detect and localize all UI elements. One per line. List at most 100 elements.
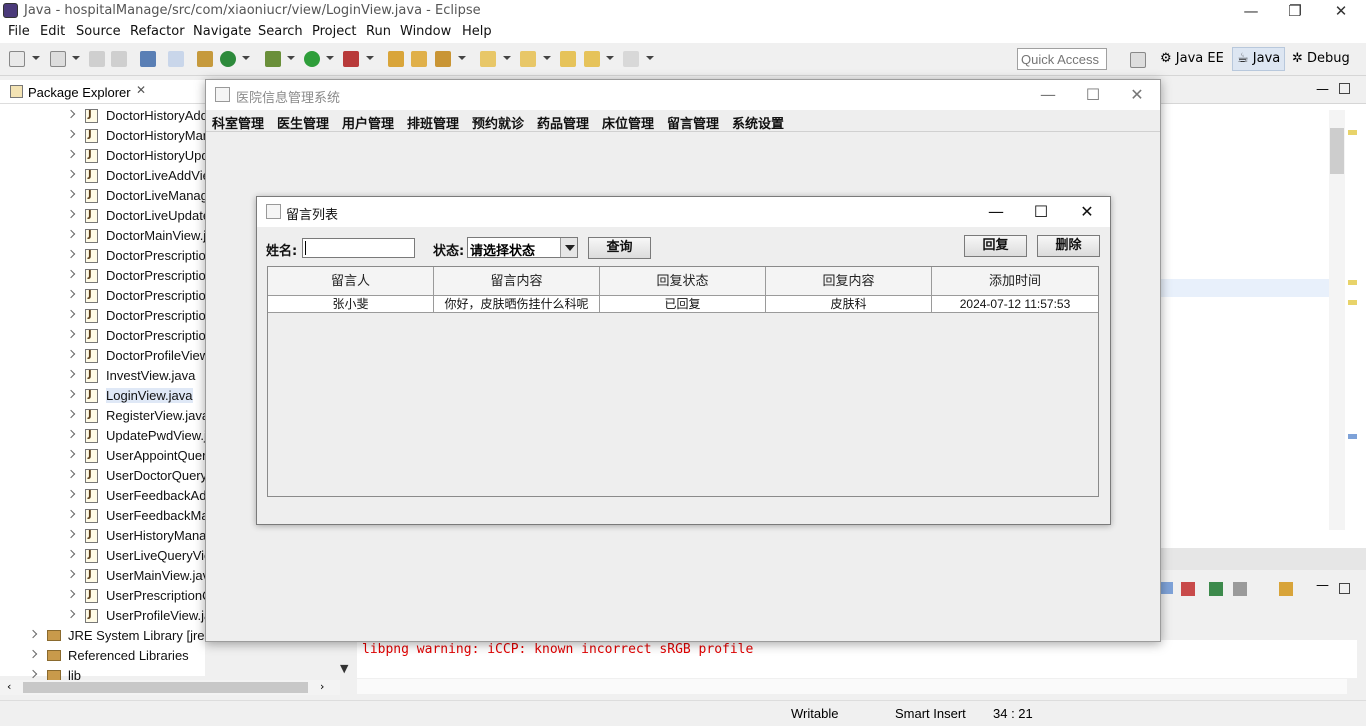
chevron-down-icon[interactable] [326, 56, 334, 60]
tree-item-file[interactable]: LoginView.java [0, 386, 205, 406]
maximize-view-icon[interactable] [1339, 583, 1350, 594]
column-header-created-time[interactable]: 添加时间 [932, 267, 1098, 296]
chevron-right-icon[interactable] [66, 349, 76, 359]
chevron-right-icon[interactable] [66, 189, 76, 199]
menu-bed[interactable]: 床位管理 [602, 113, 654, 132]
chevron-right-icon[interactable] [28, 649, 38, 659]
horizontal-scrollbar[interactable]: ‹ › [0, 680, 340, 695]
menu-user[interactable]: 用户管理 [342, 113, 394, 132]
chevron-right-icon[interactable] [66, 109, 76, 119]
refresh-icon[interactable] [220, 51, 236, 67]
chevron-right-icon[interactable] [66, 569, 76, 579]
scroll-right-icon[interactable]: › [320, 680, 324, 693]
last-edit-icon[interactable] [560, 51, 576, 67]
open-console-icon[interactable] [1209, 582, 1223, 596]
console-horizontal-scrollbar[interactable] [357, 679, 1347, 694]
perspective-java-ee[interactable]: ⚙ Java EE [1160, 51, 1224, 66]
tree-item-file[interactable]: DoctorPrescriptionDetailView.java [0, 266, 205, 286]
tree-item-file[interactable]: DoctorProfileView.java [0, 346, 205, 366]
delete-button[interactable]: 删除 [1037, 235, 1100, 257]
chevron-right-icon[interactable] [66, 329, 76, 339]
tree-item-file[interactable]: UserHistoryManageView.java [0, 526, 205, 546]
tree-item-file[interactable]: DoctorPrescriptionQueryView.java [0, 306, 205, 326]
tree-item-file[interactable]: DoctorPrescriptionUpdateView.java [0, 326, 205, 346]
tree-item-file[interactable]: UserFeedbackAddView.java [0, 486, 205, 506]
tree-item-file[interactable]: UserPrescriptionQueryView.java [0, 586, 205, 606]
tree-item-file[interactable]: DoctorPrescriptionManageView.java [0, 286, 205, 306]
chevron-right-icon[interactable] [66, 429, 76, 439]
menu-file[interactable]: File [8, 24, 30, 39]
chevron-right-icon[interactable] [66, 509, 76, 519]
menu-schedule[interactable]: 排班管理 [407, 113, 459, 132]
tree-item-file[interactable]: DoctorLiveAddView.java [0, 166, 205, 186]
tree-item-file[interactable]: DoctorLiveUpdateView.java [0, 206, 205, 226]
chevron-down-icon[interactable] [366, 56, 374, 60]
debug-icon[interactable] [265, 51, 281, 67]
minimize-icon[interactable]: — [1025, 80, 1071, 110]
editor-vertical-scrollbar[interactable] [1329, 110, 1345, 530]
new-java-project-icon[interactable] [388, 51, 404, 67]
table-cell[interactable]: 皮肤科 [766, 296, 932, 313]
chevron-right-icon[interactable] [66, 469, 76, 479]
menu-search[interactable]: Search [258, 24, 303, 39]
minimize-icon[interactable]: — [973, 197, 1019, 227]
chevron-right-icon[interactable] [66, 309, 76, 319]
tree-item-library[interactable]: Referenced Libraries [0, 646, 205, 666]
minimize-icon[interactable]: — [1228, 0, 1274, 23]
chevron-right-icon[interactable] [66, 129, 76, 139]
chevron-down-icon[interactable] [503, 56, 511, 60]
external-tools-icon[interactable] [343, 51, 359, 67]
chevron-right-icon[interactable] [66, 249, 76, 259]
chevron-right-icon[interactable] [66, 449, 76, 459]
chevron-right-icon[interactable] [66, 289, 76, 299]
quick-access-input[interactable] [1017, 48, 1107, 70]
maximize-view-icon[interactable] [1339, 83, 1350, 94]
chevron-right-icon[interactable] [66, 169, 76, 179]
next-annotation-icon[interactable] [520, 51, 536, 67]
menu-medicine[interactable]: 药品管理 [537, 113, 589, 132]
tree-item-file[interactable]: UserFeedbackManageView.java [0, 506, 205, 526]
table-cell[interactable]: 张小斐 [268, 296, 434, 313]
new-console-icon[interactable] [1279, 582, 1293, 596]
menu-navigate[interactable]: Navigate [193, 24, 251, 39]
close-view-icon[interactable]: ✕ [136, 83, 146, 97]
chevron-down-icon[interactable] [72, 56, 80, 60]
chevron-down-icon[interactable] [560, 238, 577, 257]
maximize-icon[interactable]: ☐ [1070, 80, 1116, 110]
minimize-view-icon[interactable]: — [1316, 82, 1329, 97]
tree-item-file[interactable]: DoctorHistoryManageView.java [0, 126, 205, 146]
package-explorer-title[interactable]: Package Explorer [28, 85, 131, 100]
perspective-java[interactable]: ☕ Java [1232, 47, 1286, 71]
save-icon[interactable] [89, 51, 105, 67]
chevron-down-icon[interactable] [458, 56, 466, 60]
chevron-down-icon[interactable] [606, 56, 614, 60]
menu-project[interactable]: Project [312, 24, 356, 39]
menu-settings[interactable]: 系统设置 [732, 113, 784, 132]
remove-launch-icon[interactable] [1181, 582, 1195, 596]
console-icon[interactable] [140, 51, 156, 67]
menu-help[interactable]: Help [462, 24, 492, 39]
menu-window[interactable]: Window [400, 24, 451, 39]
menu-appointment[interactable]: 预约就诊 [472, 113, 524, 132]
open-perspective-icon[interactable] [1130, 52, 1146, 68]
tree-item-file[interactable]: UserDoctorQueryView.java [0, 466, 205, 486]
chevron-right-icon[interactable] [28, 669, 38, 679]
menu-source[interactable]: Source [76, 24, 121, 39]
chevron-right-icon[interactable] [66, 229, 76, 239]
new-file-icon[interactable] [50, 51, 66, 67]
menu-edit[interactable]: Edit [40, 24, 65, 39]
tree-item-file[interactable]: UpdatePwdView.java [0, 426, 205, 446]
chevron-down-icon[interactable] [32, 56, 40, 60]
column-header-reply-content[interactable]: 回复内容 [766, 267, 932, 296]
close-icon[interactable]: ✕ [1064, 197, 1110, 227]
chevron-right-icon[interactable] [66, 549, 76, 559]
save-all-icon[interactable] [111, 51, 127, 67]
scrollbar-thumb[interactable] [1330, 128, 1344, 174]
chevron-right-icon[interactable] [66, 609, 76, 619]
chevron-right-icon[interactable] [66, 149, 76, 159]
forward-icon[interactable] [623, 51, 639, 67]
new-icon[interactable] [9, 51, 25, 67]
status-select[interactable]: 请选择状态 [467, 237, 578, 259]
tree-item-library[interactable]: JRE System Library [jre1.8] [0, 626, 205, 646]
table-cell[interactable]: 你好，皮肤晒伤挂什么科呢 [434, 296, 600, 313]
